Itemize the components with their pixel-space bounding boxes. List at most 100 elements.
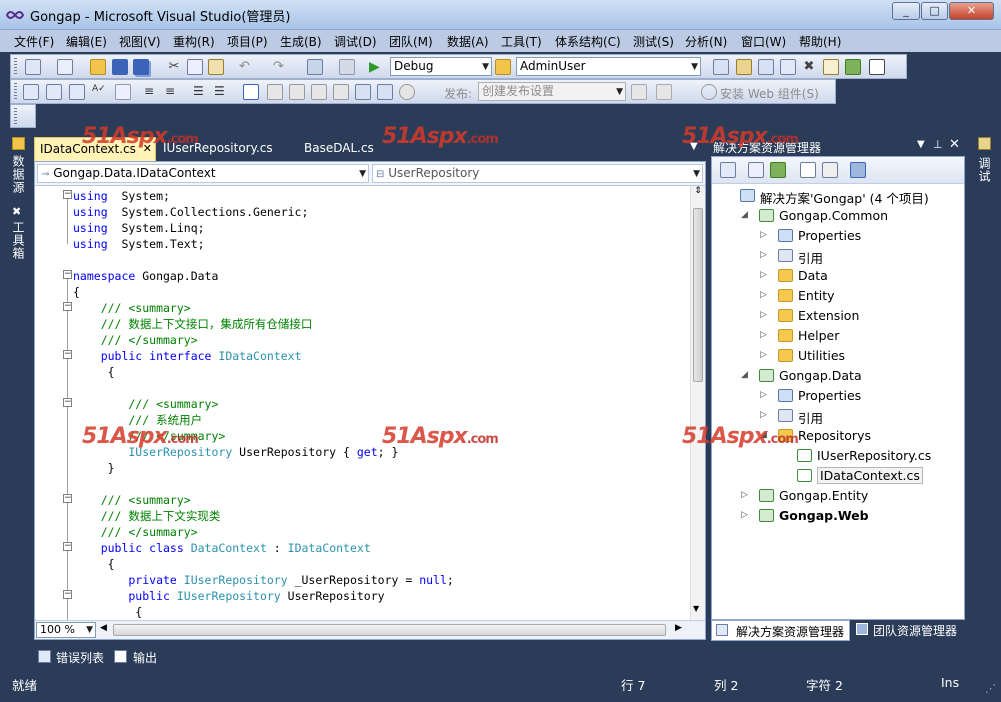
publish-web-icon[interactable] [631,84,647,100]
split-handle-icon[interactable]: ⇕ [692,186,704,203]
find-icon[interactable] [713,59,729,75]
expand-icon[interactable]: ▷ [760,230,767,240]
tree-item[interactable]: ▷ 引用 [712,406,964,426]
show-all-files-icon[interactable] [748,162,764,178]
start-debugging-icon[interactable]: ▶ [369,59,385,75]
menu-project[interactable]: 项目(P) [227,33,268,50]
expand-icon[interactable]: ▷ [760,410,767,420]
tab-output[interactable]: 输出 [133,649,157,666]
vertical-scrollbar[interactable]: ⇕ ▼ [690,186,705,620]
collapse-icon[interactable]: − [63,398,72,407]
start-page-icon[interactable] [823,59,839,75]
scroll-left-icon[interactable]: ◀ [100,623,107,633]
expand-icon[interactable]: ▷ [760,350,767,360]
class-view-icon[interactable] [850,162,866,178]
expand-icon[interactable]: ▷ [760,390,767,400]
tree-item[interactable]: ◢ Gongap.Data [712,366,964,386]
publish-settings-combo[interactable]: 创建发布设置 ▼ [478,82,626,101]
collapse-icon[interactable]: ◢ [741,210,748,220]
quick-info-icon[interactable] [69,84,85,100]
tree-item[interactable]: ▷ Extension [712,306,964,326]
menu-view[interactable]: 视图(V) [119,33,161,50]
menu-window[interactable]: 窗口(W) [741,33,786,50]
tree-item[interactable]: ▷ Gongap.Web [712,506,964,526]
pin-icon[interactable]: ⊥ [933,138,943,151]
expand-icon[interactable]: ▷ [760,270,767,280]
object-browser-icon[interactable] [758,59,774,75]
decrease-indent-icon[interactable]: ≡ [144,84,160,100]
expand-icon[interactable]: ▷ [760,310,767,320]
properties-window-icon[interactable] [736,59,752,75]
window-position-icon[interactable]: ▼ [917,139,925,150]
expand-icon[interactable]: ▷ [760,330,767,340]
expand-icon[interactable]: ▷ [741,490,748,500]
next-bookmark-doc-icon[interactable] [377,84,393,100]
debug-tab[interactable]: 调试 [976,157,993,183]
menu-debug[interactable]: 调试(D) [334,33,377,50]
close-panel-icon[interactable]: ✕ [949,137,960,152]
tree-item[interactable]: ◢ Gongap.Common [712,206,964,226]
refresh-icon[interactable] [770,162,786,178]
toolbar-overflow[interactable] [10,104,36,128]
command-window-icon[interactable] [869,59,885,75]
member-dropdown[interactable]: ⊟ UserRepository ▼ [372,164,703,183]
menu-tools[interactable]: 工具(T) [501,33,542,50]
scroll-down-icon[interactable]: ▼ [693,604,699,613]
collapse-icon[interactable]: − [63,542,72,551]
menu-help[interactable]: 帮助(H) [799,33,841,50]
tree-item[interactable]: ▷ 引用 [712,246,964,266]
navigate-forward-icon[interactable] [339,59,355,75]
menu-architecture[interactable]: 体系结构(C) [555,33,621,50]
collapse-icon[interactable]: − [63,350,72,359]
tab-basedal[interactable]: BaseDAL.cs [299,137,379,161]
view-class-diagram-icon[interactable] [822,162,838,178]
collapse-icon[interactable]: − [63,590,72,599]
menu-refactor[interactable]: 重构(R) [173,33,215,50]
tree-item[interactable]: 解决方案'Gongap' (4 个项目) [712,186,964,206]
copy-icon[interactable] [187,59,203,75]
tree-item[interactable]: IDataContext.cs [712,466,964,486]
redo-icon[interactable]: ↷ [273,59,289,75]
toolbar-grip[interactable] [14,58,17,75]
minimize-button[interactable]: _ [892,2,920,20]
expand-icon[interactable]: ▷ [741,510,748,520]
expand-icon[interactable]: ▷ [760,290,767,300]
tree-item[interactable]: IUserRepository.cs [712,446,964,466]
solution-configuration-combo[interactable]: Debug ▼ [390,57,492,76]
menu-analyze[interactable]: 分析(N) [685,33,727,50]
collapse-icon[interactable]: ◢ [741,370,748,380]
cut-icon[interactable]: ✂ [166,59,182,75]
uncomment-icon[interactable]: ☰ [214,84,230,100]
undo-icon[interactable]: ↶ [239,59,255,75]
properties-icon[interactable] [720,162,736,178]
scroll-right-icon[interactable]: ▶ [675,623,682,633]
menu-file[interactable]: 文件(F) [14,33,54,50]
previous-bookmark-folder-icon[interactable] [311,84,327,100]
previous-bookmark-icon[interactable] [267,84,283,100]
paste-icon[interactable] [208,59,224,75]
collapse-icon[interactable]: − [63,270,72,279]
parameter-info-icon[interactable] [46,84,62,100]
zoom-combo[interactable]: 100 % ▼ [36,622,96,638]
horizontal-scroll-thumb[interactable] [113,624,666,636]
close-button[interactable]: ✕ [949,2,994,20]
type-dropdown[interactable]: ⊸ Gongap.Data.IDataContext ▼ [37,164,369,183]
tab-error-list[interactable]: 错误列表 [56,649,104,666]
display-word-icon[interactable] [115,84,131,100]
comment-out-icon[interactable]: ☰ [193,84,209,100]
tree-item[interactable]: ▷ Properties [712,226,964,246]
code-area[interactable]: − − − − − − − − using System; using Syste… [36,186,690,620]
toolbar-grip[interactable] [14,108,17,124]
tree-item[interactable]: ▷ Data [712,266,964,286]
menu-team[interactable]: 团队(M) [389,33,433,50]
previous-bookmark-doc-icon[interactable] [355,84,371,100]
collapse-icon[interactable]: − [63,302,72,311]
tab-solution-explorer[interactable]: 解决方案资源管理器 [711,620,850,641]
extension-manager-icon[interactable] [845,59,861,75]
menu-edit[interactable]: 编辑(E) [66,33,107,50]
install-web-components-button[interactable]: 安装 Web 组件(S) [720,85,819,102]
menu-data[interactable]: 数据(A) [447,33,489,50]
find-combo[interactable]: AdminUser ▼ [516,57,701,76]
toggle-bookmark-icon[interactable] [243,84,259,100]
tree-item[interactable]: ▷ Entity [712,286,964,306]
